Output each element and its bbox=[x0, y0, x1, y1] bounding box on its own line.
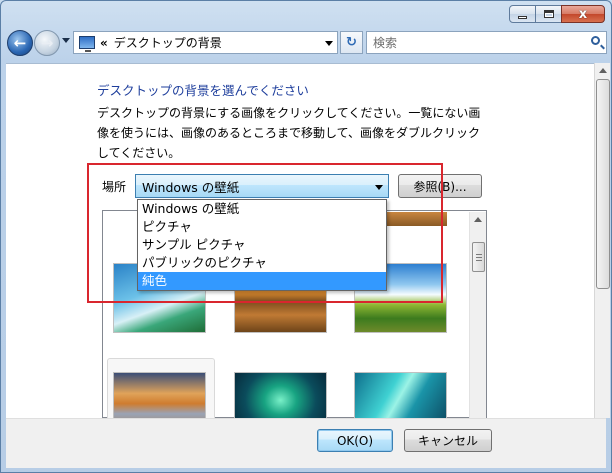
search-box[interactable]: 検索 bbox=[366, 31, 607, 54]
annotation-highlight-box bbox=[87, 163, 443, 303]
back-arrow-icon: ← bbox=[13, 33, 27, 52]
maximize-button[interactable] bbox=[535, 5, 562, 23]
address-bar[interactable]: « デスクトップの背景 bbox=[73, 31, 338, 54]
page-title: デスクトップの背景を選んでください bbox=[97, 83, 309, 98]
minimize-button[interactable] bbox=[509, 5, 536, 23]
grip-line bbox=[476, 254, 482, 255]
forward-arrow-icon: → bbox=[40, 33, 54, 52]
search-icon[interactable] bbox=[591, 36, 600, 45]
back-button[interactable]: ← bbox=[7, 30, 33, 56]
address-text[interactable]: デスクトップの背景 bbox=[114, 34, 222, 51]
minimize-icon bbox=[518, 15, 527, 19]
grip-line bbox=[476, 260, 482, 261]
main-scrollbar[interactable] bbox=[594, 63, 610, 418]
refresh-icon: ↻ bbox=[346, 35, 357, 50]
scroll-up-icon[interactable] bbox=[599, 68, 607, 73]
footer-bar bbox=[6, 418, 606, 468]
maximize-icon bbox=[543, 10, 554, 18]
scroll-up-icon[interactable] bbox=[474, 217, 482, 222]
ok-button[interactable]: OK(O) bbox=[317, 429, 393, 452]
caption-buttons: x bbox=[509, 5, 605, 23]
navigation-bar: ← → « デスクトップの背景 ↻ 検索 bbox=[7, 29, 607, 59]
control-panel-icon bbox=[79, 36, 95, 52]
search-placeholder[interactable]: 検索 bbox=[373, 34, 397, 51]
close-button[interactable]: x bbox=[561, 5, 605, 23]
recent-pages-dropdown[interactable] bbox=[62, 38, 70, 43]
page-description: デスクトップの背景にする画像をクリックしてください。一覧にない画像を使うには、画… bbox=[97, 106, 481, 160]
grip-line bbox=[476, 257, 482, 258]
wallpaper-list-scrollbar[interactable] bbox=[469, 212, 486, 418]
cancel-button[interactable]: キャンセル bbox=[404, 429, 492, 452]
forward-button[interactable]: → bbox=[34, 30, 60, 56]
address-chevron[interactable]: « bbox=[100, 36, 108, 50]
wallpaper-list-scroll-thumb[interactable] bbox=[472, 242, 485, 272]
address-dropdown-icon[interactable] bbox=[325, 41, 333, 46]
close-icon: x bbox=[578, 6, 588, 22]
refresh-button[interactable]: ↻ bbox=[340, 31, 363, 54]
main-scroll-thumb[interactable] bbox=[596, 79, 610, 289]
